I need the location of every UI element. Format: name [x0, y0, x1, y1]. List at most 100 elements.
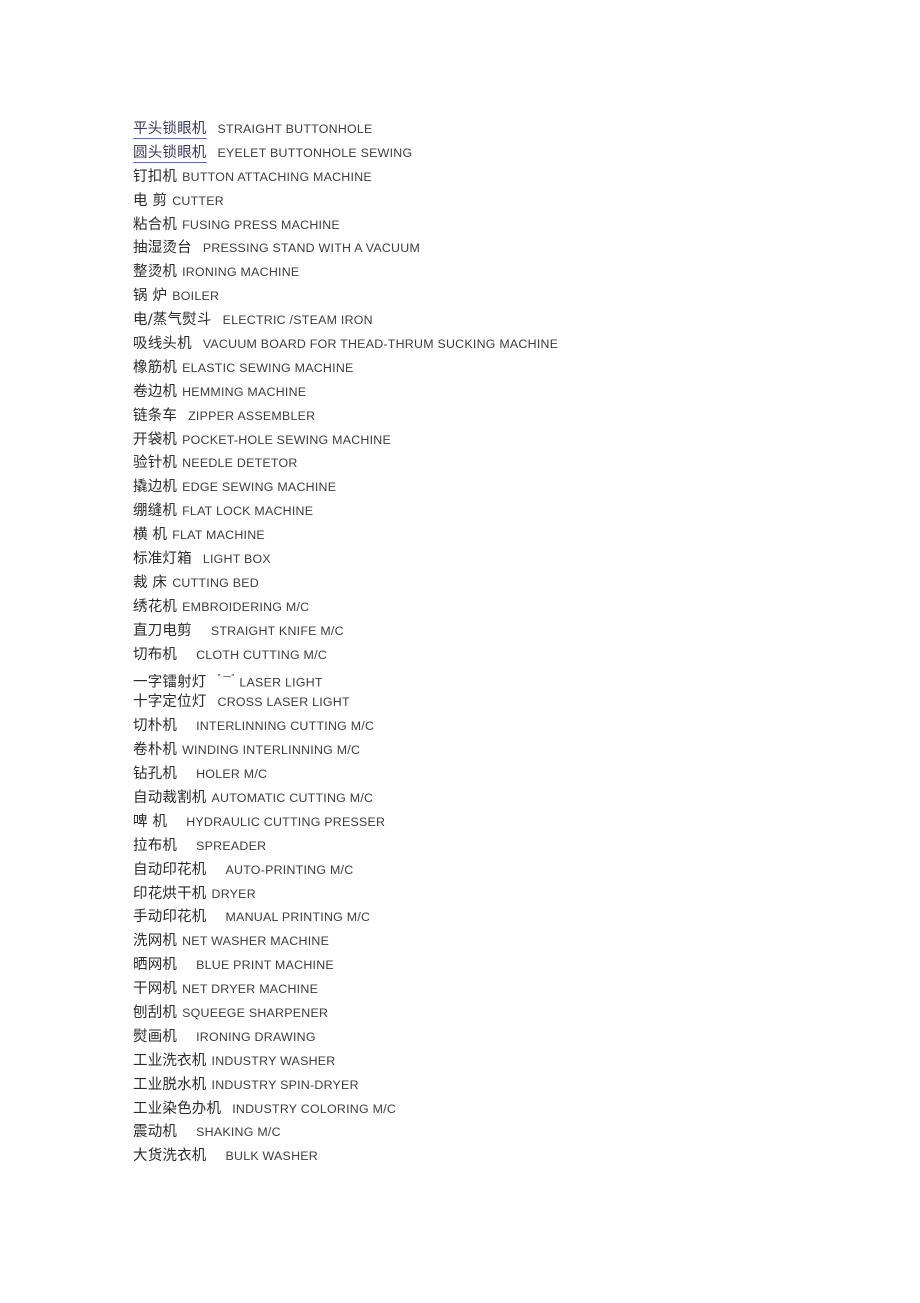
term-chinese: 震动机	[133, 1124, 178, 1141]
term-english: BUTTON ATTACHING MACHINE	[182, 169, 372, 184]
term-english: CUTTING BED	[172, 575, 259, 590]
term-chinese: 切朴机	[133, 718, 178, 735]
term-chinese: 一字镭射灯	[133, 674, 207, 691]
term-chinese: 十字定位灯	[133, 694, 207, 711]
term-english: FLAT LOCK MACHINE	[182, 504, 314, 519]
glossary-row: 切布机 CLOTH CUTTING M/C	[133, 643, 893, 667]
term-english: CROSS LASER LIGHT	[217, 695, 350, 710]
term-chinese: 绷缝机	[133, 503, 178, 520]
term-english: BOILER	[172, 289, 220, 304]
glossary-row: 直刀电剪 STRAIGHT KNIFE M/C	[133, 619, 893, 643]
term-chinese: 粘合机	[133, 216, 178, 233]
term-english: BULK WASHER	[225, 1149, 318, 1164]
term-english: STRAIGHT KNIFE M/C	[210, 623, 344, 638]
term-chinese: 标准灯箱	[133, 551, 192, 568]
term-chinese: 电 剪	[133, 192, 168, 209]
glossary-row: 自动裁割机 AUTOMATIC CUTTING M/C	[133, 786, 893, 810]
glossary-row: 钻孔机 HOLER M/C	[133, 762, 893, 786]
glossary-row: 验针机 NEEDLE DETETOR	[133, 451, 893, 475]
glossary-row: 抽湿烫台 PRESSING STAND WITH A VACUUM	[133, 236, 893, 260]
term-chinese: 晒网机	[133, 957, 178, 974]
glossary-row: 吸线头机 VACUUM BOARD FOR THEAD-THRUM SUCKING…	[133, 332, 893, 356]
term-english: FUSING PRESS MACHINE	[182, 217, 340, 232]
term-chinese: 整烫机	[133, 264, 178, 281]
term-english: INDUSTRY SPIN-DRYER	[211, 1077, 359, 1092]
glossary-row: 震动机 SHAKING M/C	[133, 1120, 893, 1144]
glossary-row: 晒网机 BLUE PRINT MACHINE	[133, 953, 893, 977]
term-chinese: 切布机	[133, 646, 178, 663]
glossary-row: 电/蒸气熨斗 ELECTRIC /STEAM IRON	[133, 308, 893, 332]
term-english: FLAT MACHINE	[172, 528, 265, 543]
quoted-symbol: " 一"	[217, 672, 235, 683]
term-chinese: 熨画机	[133, 1028, 178, 1045]
glossary-row: 一字镭射灯 " 一" LASER LIGHT	[133, 666, 893, 690]
glossary-row: 刨刮机 SQUEEGE SHARPENER	[133, 1001, 893, 1025]
term-english: ELECTRIC /STEAM IRON	[222, 313, 373, 328]
glossary-row: 整烫机 IRONING MACHINE	[133, 260, 893, 284]
term-chinese: 验针机	[133, 455, 178, 472]
glossary-row-link[interactable]: 圆头锁眼机 EYELET BUTTONHOLE SEWING	[133, 141, 893, 165]
term-chinese: 卷朴机	[133, 742, 178, 759]
term-english: EYELET BUTTONHOLE SEWING	[217, 145, 413, 160]
term-english: NEEDLE DETETOR	[182, 456, 298, 471]
term-english: BLUE PRINT MACHINE	[196, 958, 334, 973]
term-chinese[interactable]: 平头锁眼机	[133, 121, 207, 139]
term-english: PRESSING STAND WITH A VACUUM	[202, 241, 421, 256]
term-chinese: 工业洗衣机	[133, 1052, 207, 1069]
glossary-row-link[interactable]: 平头锁眼机 STRAIGHT BUTTONHOLE	[133, 117, 893, 141]
glossary-row: 干网机 NET DRYER MACHINE	[133, 977, 893, 1001]
term-chinese: 自动印花机	[133, 861, 207, 878]
glossary-row: 大货洗衣机 BULK WASHER	[133, 1144, 893, 1168]
term-english: AUTO-PRINTING M/C	[225, 862, 354, 877]
glossary-row: 卷朴机 WINDING INTERLINNING M/C	[133, 738, 893, 762]
glossary-row: 熨画机 IRONING DRAWING	[133, 1025, 893, 1049]
glossary-row: 绷缝机 FLAT LOCK MACHINE	[133, 499, 893, 523]
term-chinese: 链条车	[133, 407, 178, 424]
term-english: NET WASHER MACHINE	[182, 934, 330, 949]
term-english: ELASTIC SEWING MACHINE	[182, 360, 354, 375]
glossary-row: 工业染色办机 INDUSTRY COLORING M/C	[133, 1097, 893, 1121]
term-english: SPREADER	[196, 838, 267, 853]
term-english: INDUSTRY COLORING M/C	[232, 1101, 397, 1116]
term-chinese: 撬边机	[133, 479, 178, 496]
term-english: STRAIGHT BUTTONHOLE	[217, 122, 373, 136]
term-english: AUTOMATIC CUTTING M/C	[211, 790, 374, 805]
glossary-row: 手动印花机 MANUAL PRINTING M/C	[133, 905, 893, 929]
glossary-row: 粘合机 FUSING PRESS MACHINE	[133, 213, 893, 237]
glossary-row: 橡筋机 ELASTIC SEWING MACHINE	[133, 356, 893, 380]
glossary-row: 工业脱水机 INDUSTRY SPIN-DRYER	[133, 1073, 893, 1097]
term-chinese: 绣花机	[133, 598, 178, 615]
glossary-row: 锅 炉 BOILER	[133, 284, 893, 308]
term-english: EDGE SEWING MACHINE	[182, 480, 337, 495]
term-chinese: 锅 炉	[133, 288, 168, 305]
glossary-row: 洗网机 NET WASHER MACHINE	[133, 929, 893, 953]
term-chinese: 印花烘干机	[133, 885, 207, 902]
glossary-row: 裁 床 CUTTING BED	[133, 571, 893, 595]
term-english: SHAKING M/C	[196, 1125, 281, 1140]
term-english: LASER LIGHT	[239, 675, 323, 690]
term-english: SQUEEGE SHARPENER	[182, 1005, 329, 1020]
glossary-row: 拉布机 SPREADER	[133, 834, 893, 858]
term-english: CUTTER	[172, 193, 224, 208]
term-chinese: 工业染色办机	[133, 1100, 222, 1117]
term-chinese: 自动裁割机	[133, 789, 207, 806]
glossary-row: 钉扣机 BUTTON ATTACHING MACHINE	[133, 165, 893, 189]
term-chinese: 直刀电剪	[133, 622, 192, 639]
term-chinese[interactable]: 圆头锁眼机	[133, 144, 207, 163]
term-english: WINDING INTERLINNING M/C	[182, 743, 361, 758]
glossary-row: 绣花机 EMBROIDERING M/C	[133, 595, 893, 619]
glossary-row: 横 机 FLAT MACHINE	[133, 523, 893, 547]
term-english: POCKET-HOLE SEWING MACHINE	[182, 432, 392, 447]
term-chinese: 抽湿烫台	[133, 240, 192, 257]
glossary-row: 切朴机 INTERLINNING CUTTING M/C	[133, 714, 893, 738]
term-chinese: 拉布机	[133, 837, 178, 854]
term-english: LIGHT BOX	[202, 552, 271, 567]
term-chinese: 吸线头机	[133, 336, 192, 353]
term-chinese: 橡筋机	[133, 359, 178, 376]
term-chinese: 刨刮机	[133, 1004, 178, 1021]
glossary-row: 工业洗衣机 INDUSTRY WASHER	[133, 1049, 893, 1073]
term-english: HOLER M/C	[196, 767, 268, 782]
term-chinese: 开袋机	[133, 431, 178, 448]
term-english: EMBROIDERING M/C	[182, 599, 310, 614]
glossary-row: 印花烘干机 DRYER	[133, 882, 893, 906]
